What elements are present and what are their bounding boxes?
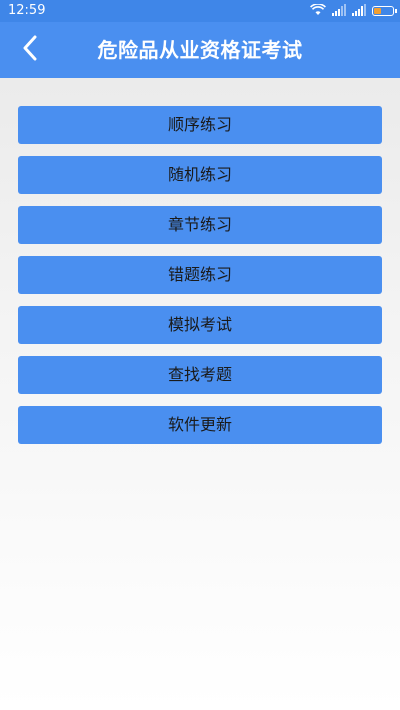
status-time: 12:59 xyxy=(8,3,46,18)
software-update-button[interactable]: 软件更新 xyxy=(18,406,382,444)
search-questions-button[interactable]: 查找考题 xyxy=(18,356,382,394)
signal-icon xyxy=(352,3,366,19)
status-icons xyxy=(310,2,397,19)
signal-icon xyxy=(332,3,346,19)
wifi-icon xyxy=(310,2,326,19)
page-title: 危险品从业资格证考试 xyxy=(97,38,303,62)
mock-exam-button[interactable]: 模拟考试 xyxy=(18,306,382,344)
battery-tip xyxy=(395,9,397,13)
chapter-practice-button[interactable]: 章节练习 xyxy=(18,206,382,244)
random-practice-button[interactable]: 随机练习 xyxy=(18,156,382,194)
menu-list: 顺序练习 随机练习 章节练习 错题练习 模拟考试 查找考题 软件更新 xyxy=(18,106,382,456)
chevron-left-icon xyxy=(22,35,38,65)
battery-icon xyxy=(372,6,397,16)
battery-level xyxy=(374,8,381,14)
back-button[interactable] xyxy=(12,32,48,68)
status-bar: 12:59 xyxy=(0,0,400,22)
header-bar: 危险品从业资格证考试 xyxy=(0,22,400,78)
wrong-questions-practice-button[interactable]: 错题练习 xyxy=(18,256,382,294)
sequential-practice-button[interactable]: 顺序练习 xyxy=(18,106,382,144)
